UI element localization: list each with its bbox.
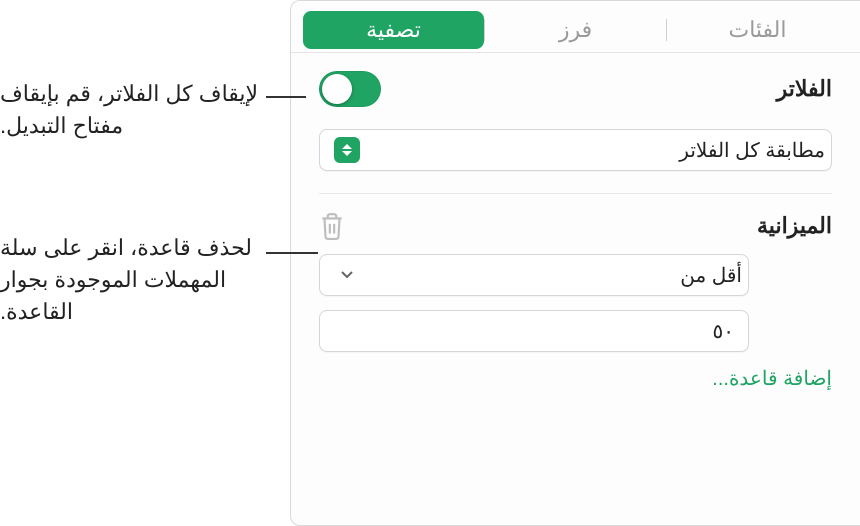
trash-icon[interactable]: [319, 212, 345, 240]
budget-header: الميزانية: [319, 212, 832, 240]
callout-leader-line: [266, 96, 306, 98]
filters-header: الفلاتر: [319, 71, 832, 107]
tab-filter[interactable]: تصفية: [303, 11, 484, 49]
stepper-arrows-icon: [334, 137, 360, 163]
callout-trash: لحذف قاعدة، انقر على سلة المهملات الموجو…: [0, 232, 260, 328]
callout-leader-line: [266, 252, 318, 254]
section-divider: [319, 193, 832, 194]
comparator-select[interactable]: أقل من: [319, 254, 749, 296]
match-mode-select[interactable]: مطابقة كل الفلاتر: [319, 129, 832, 171]
rule-value: ٥٠: [713, 319, 734, 344]
toggle-knob: [322, 74, 352, 104]
match-mode-label: مطابقة كل الفلاتر: [360, 138, 825, 163]
callout-toggle: لإيقاف كل الفلاتر، قم بإيقاف مفتاح التبد…: [0, 78, 260, 142]
comparator-label: أقل من: [360, 263, 742, 288]
filters-title: الفلاتر: [777, 76, 832, 102]
rule-value-input[interactable]: ٥٠: [319, 310, 749, 352]
add-rule-button[interactable]: إضافة قاعدة...: [319, 366, 832, 391]
tab-categories[interactable]: الفئات: [667, 11, 848, 49]
tab-sort[interactable]: فرز: [485, 11, 666, 49]
panel-body: الفلاتر مطابقة كل الفلاتر الميزانية: [291, 53, 860, 391]
filters-master-toggle[interactable]: [319, 71, 381, 107]
tabs-bar: الفئات فرز تصفية: [291, 1, 860, 53]
chevron-down-icon: [334, 262, 360, 288]
tab-separator: [666, 19, 667, 41]
inspector-panel: الفئات فرز تصفية الفلاتر مطابقة كل الفلا…: [290, 0, 860, 526]
budget-title: الميزانية: [757, 213, 832, 239]
tab-separator: [484, 19, 485, 41]
